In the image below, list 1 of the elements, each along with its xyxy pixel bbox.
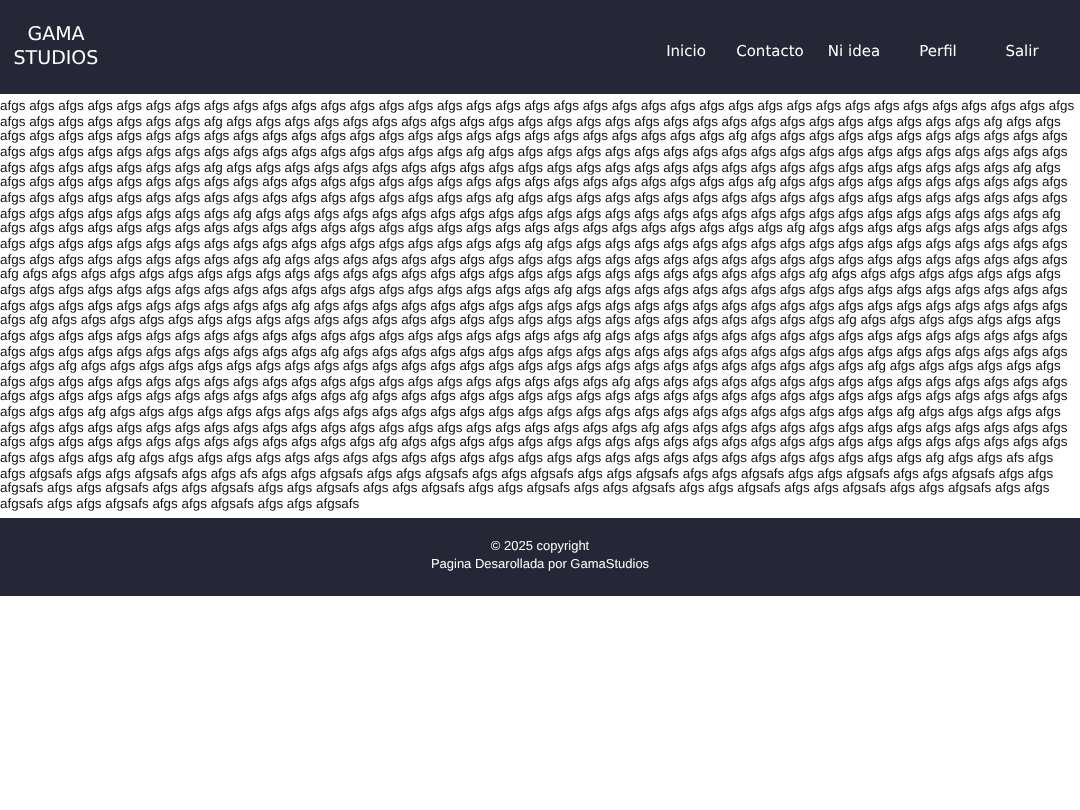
logo-text[interactable]: GAMA STUDIOS bbox=[12, 23, 100, 71]
